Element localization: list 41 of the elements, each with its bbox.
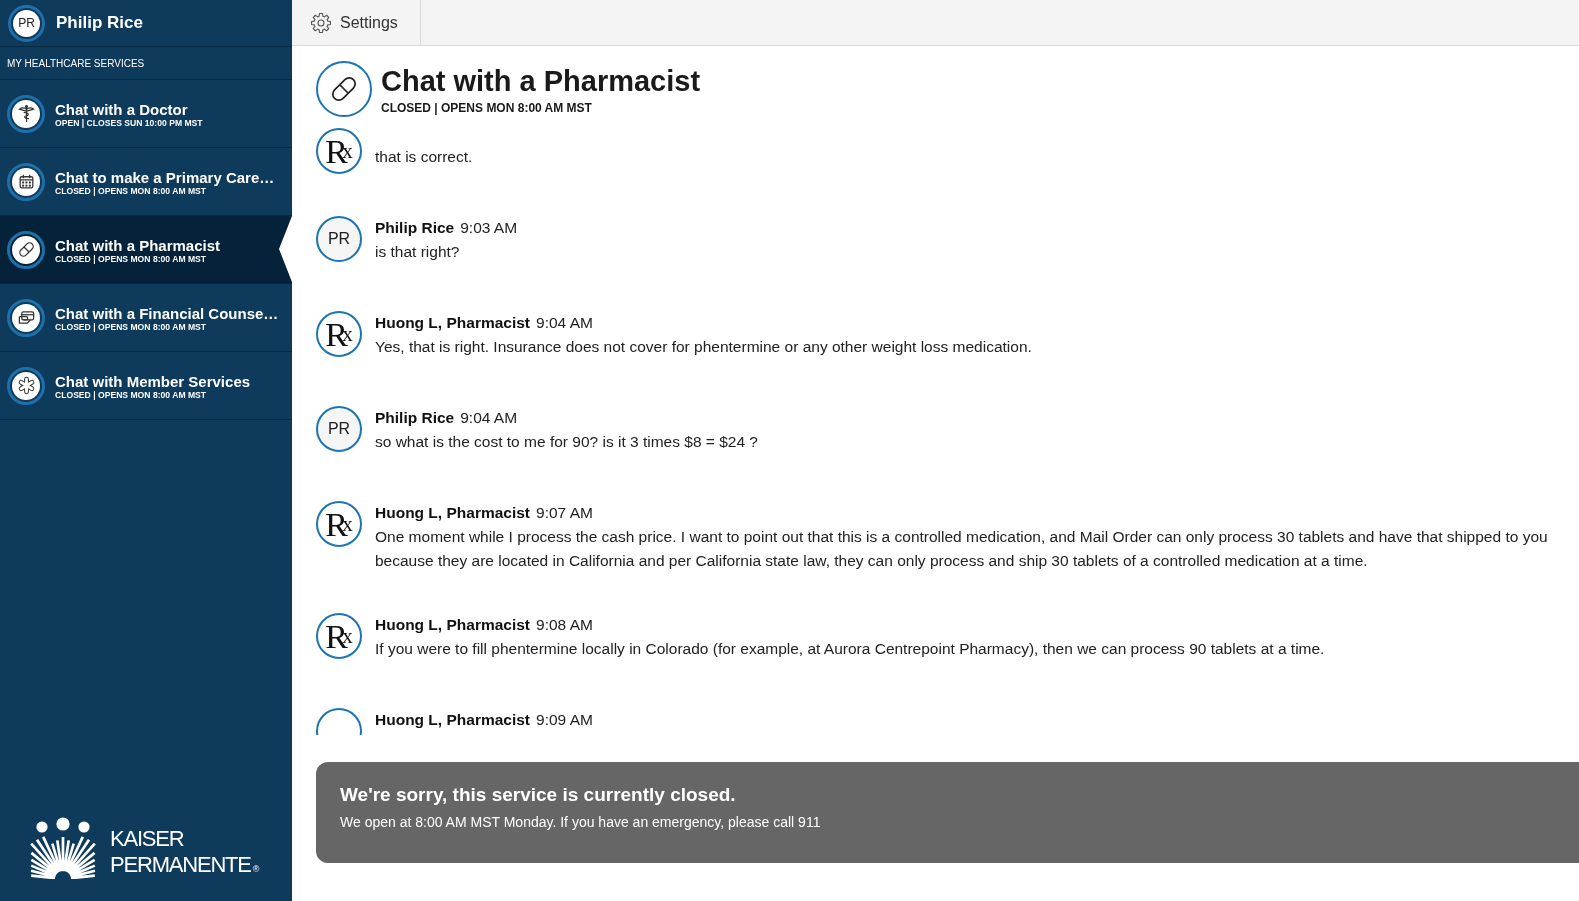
message-text: If you were to fill phentermine locally in Colorado (for example, at Aurora Centrepoint Pharmacy), then we can process 90 tablets at a time.: [375, 639, 1326, 659]
service-item[interactable]: Chat with a Doctor OPEN | CLOSES SUN 10:00 PM MST: [0, 80, 292, 148]
logo-mark-icon: [30, 817, 96, 879]
message-text: so what is the cost to me for 90? is it 3 times $8 = $24 ?: [375, 432, 759, 452]
pill-icon: [316, 61, 372, 117]
chat-title: Chat with a Pharmacist: [381, 63, 701, 98]
notice-title: We're sorry, this service is currently closed.: [340, 783, 737, 807]
service-item[interactable]: Chat with Member Services CLOSED | OPENS MON 8:00 AM MST: [0, 352, 292, 420]
sender-name: Huong L, Pharmacist: [375, 711, 531, 728]
service-item[interactable]: Chat with a Pharmacist CLOSED | OPENS MON 8:00 AM MST: [0, 216, 292, 284]
settings-icon: [311, 12, 331, 33]
message-time: 9:04 AM: [536, 314, 593, 331]
message-time: 9:04 AM: [460, 409, 518, 426]
message-text: is that right?: [375, 242, 461, 262]
message-time: 9:03 AM: [460, 219, 518, 236]
chat-status: CLOSED | OPENS MON 8:00 AM MST: [381, 100, 592, 115]
card-hand-icon: [7, 298, 45, 337]
sender-name: Philip Rice: [375, 409, 455, 426]
sender-name: Huong L, Pharmacist: [375, 616, 531, 633]
logo-text: KAISER: [110, 826, 185, 852]
caduceus-icon: [7, 94, 45, 133]
initials-avatar: PR: [316, 216, 362, 262]
message-text: Yes, that is right. Insurance does not cover for phentermine or any other weight loss medication.: [375, 337, 1033, 357]
sender-name: Philip Rice: [375, 219, 455, 236]
sender-name: Huong L, Pharmacist: [375, 314, 531, 331]
message-text: One moment while I process the cash price. I want to point out that this is a controlled medication, and Mail Order can only process 30 tablets and have that shipped to you because they are located in California and per California state law, they can only process and ship 30 tablets of a controlled medication at a time.: [375, 527, 1549, 571]
message-time: 9:08 AM: [536, 616, 593, 633]
sender-name: Huong L, Pharmacist: [375, 504, 531, 521]
calendar-icon: [7, 162, 45, 201]
initials-avatar: PR: [316, 406, 362, 452]
section-heading: MY HEALTHCARE SERVICES: [0, 47, 292, 80]
logo-text: PERMANENTE®: [110, 852, 260, 879]
initials-avatar: PR: [8, 4, 45, 42]
pill-icon: [7, 230, 45, 269]
service-item[interactable]: Chat with a Financial Counse… CLOSED | OPENS MON 8:00 AM MST: [0, 284, 292, 352]
user-name: Philip Rice: [56, 13, 143, 33]
notice-text: We open at 8:00 AM MST Monday. If you have an emergency, please call 911: [340, 813, 822, 832]
message-text: that is correct.: [375, 147, 474, 167]
message-time: 9:09 AM: [536, 711, 593, 728]
message-time: 9:07 AM: [536, 504, 593, 521]
selection-notch: [279, 216, 292, 282]
